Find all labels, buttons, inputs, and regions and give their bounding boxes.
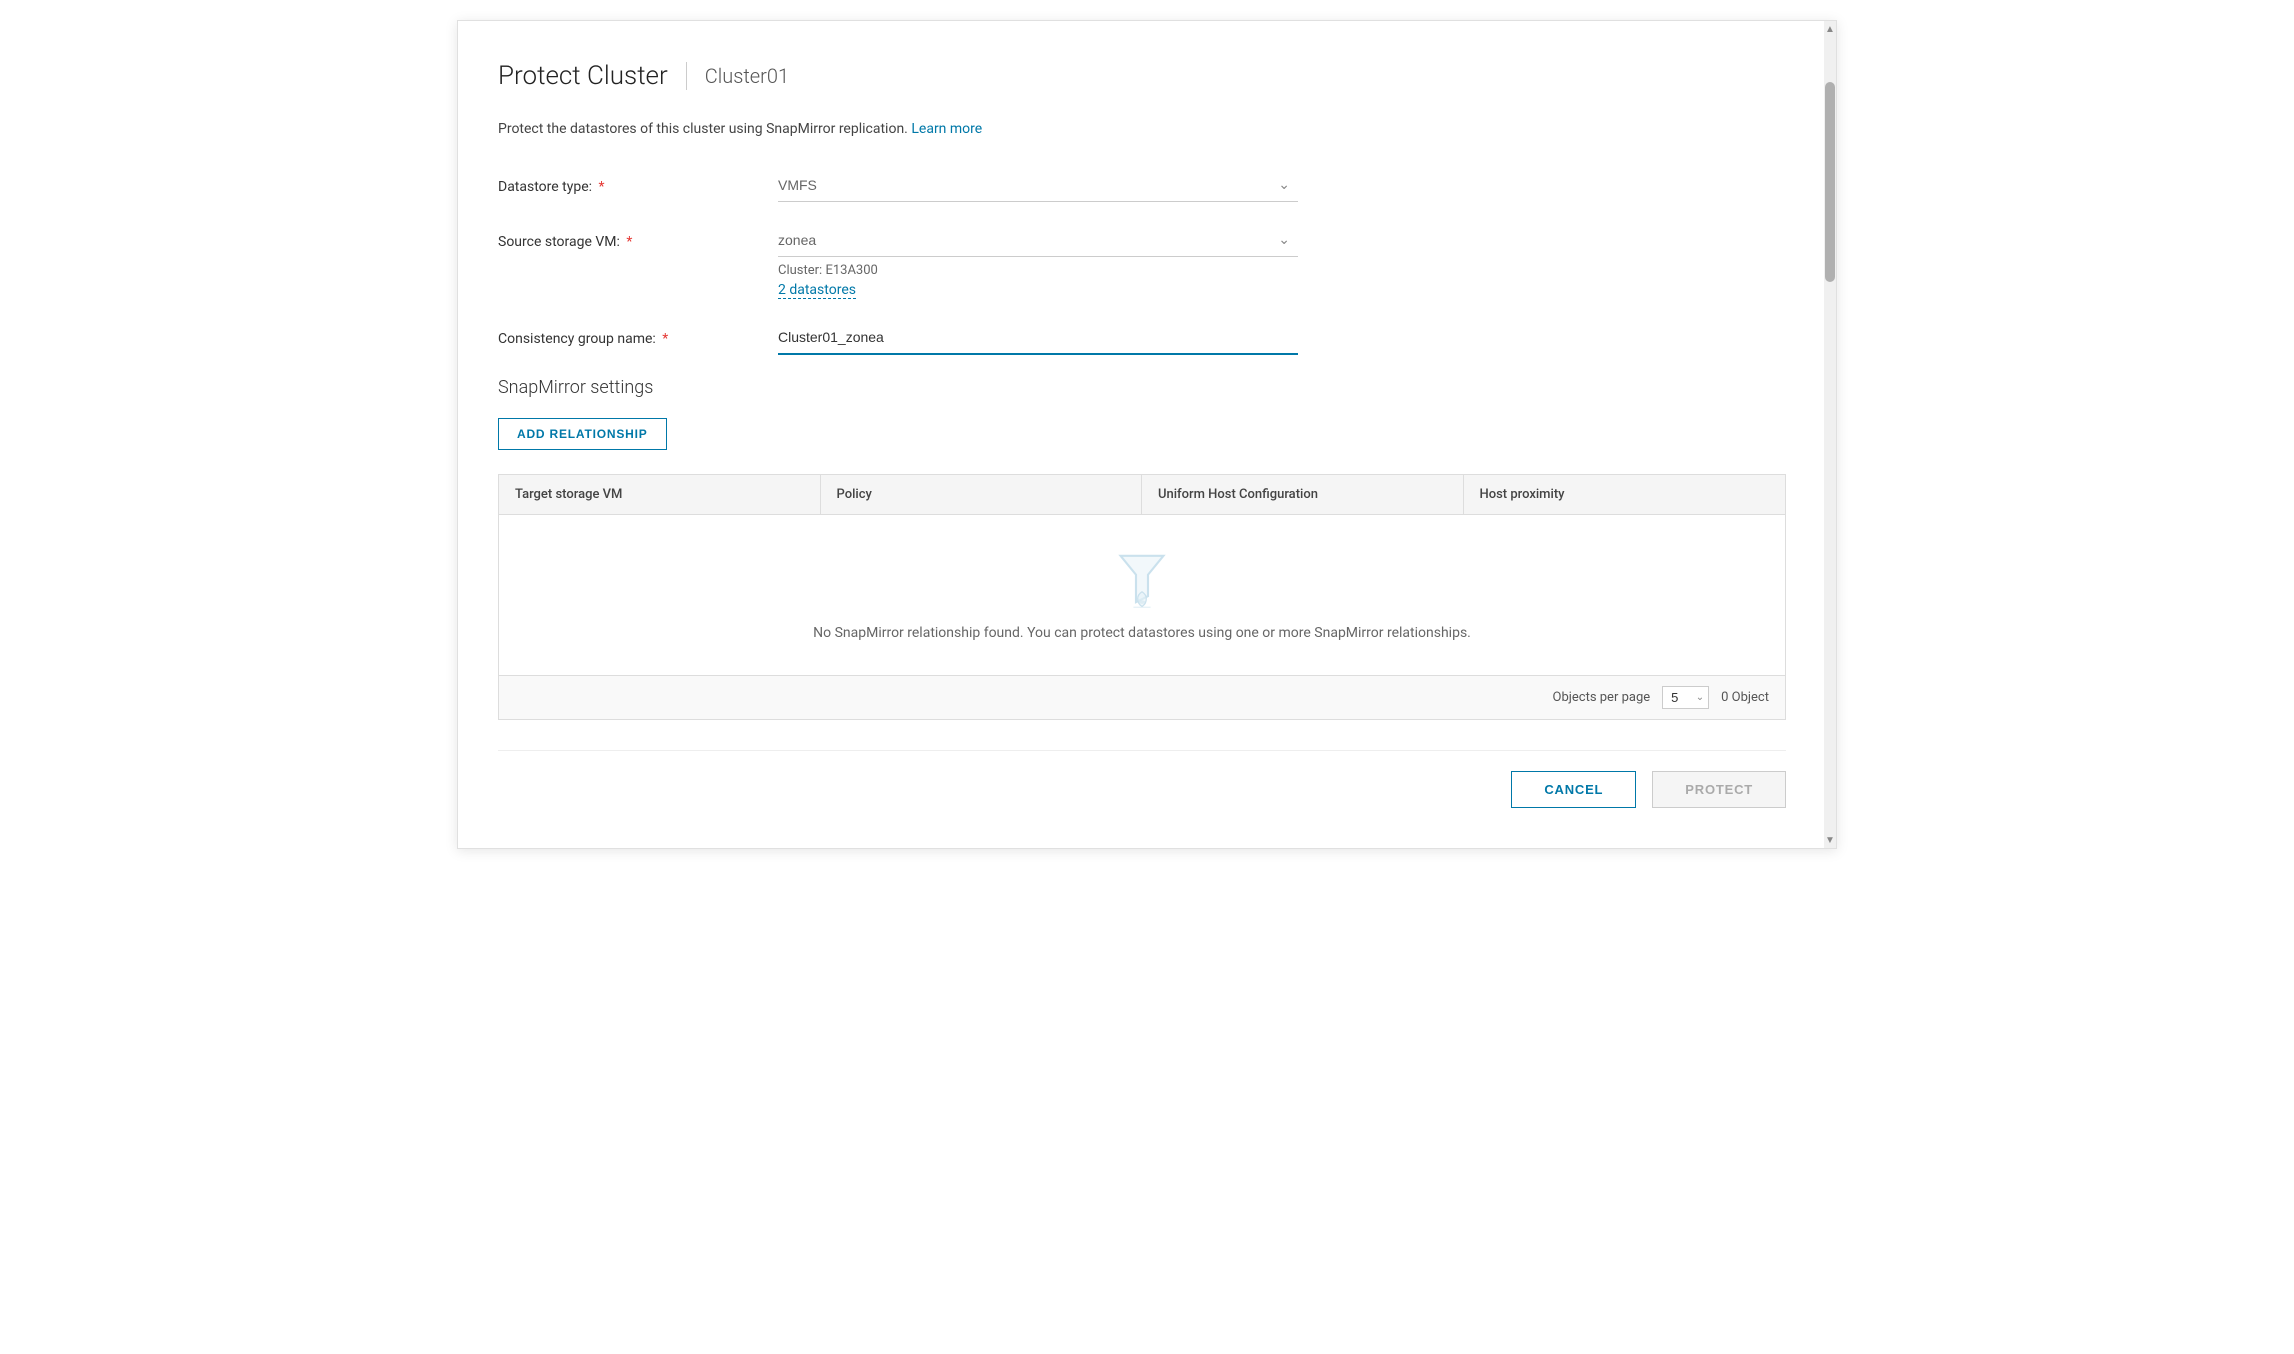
datastore-type-field: VMFS NFS vVols ⌄ [778,169,1298,202]
consistency-group-label: Consistency group name: * [498,321,778,347]
source-vm-label: Source storage VM: * [498,224,778,250]
table-header: Target storage VM Policy Uniform Host Co… [499,475,1785,515]
col-host-proximity: Host proximity [1464,475,1786,514]
table-body-empty: No SnapMirror relationship found. You ca… [499,515,1785,675]
col-policy: Policy [821,475,1143,514]
per-page-wrapper: 5 10 20 50 ⌄ [1662,686,1709,709]
table-footer: Objects per page 5 10 20 50 ⌄ 0 Object [499,675,1785,719]
consistency-group-field [778,321,1298,355]
cancel-button[interactable]: CANCEL [1511,771,1636,808]
consistency-group-row: Consistency group name: * [498,321,1786,355]
col-uniform-host-config: Uniform Host Configuration [1142,475,1464,514]
page-title: Protect Cluster [498,61,668,91]
protect-cluster-dialog: ▲ ▼ Protect Cluster Cluster01 Protect th… [457,20,1837,849]
scrollbar-track[interactable]: ▲ ▼ [1824,21,1836,848]
protect-button[interactable]: PROTECT [1652,771,1786,808]
scrollbar-thumb[interactable] [1825,82,1835,282]
datastore-type-row: Datastore type: * VMFS NFS vVols ⌄ [498,169,1786,202]
consistency-group-input-wrapper [778,321,1298,355]
datastore-type-label: Datastore type: * [498,169,778,195]
source-vm-select-wrapper: zonea ⌄ [778,224,1298,257]
object-count: 0 Object [1721,690,1769,705]
empty-state-funnel-icon [1112,549,1172,609]
snapmirror-section-title: SnapMirror settings [498,377,1786,398]
learn-more-link[interactable]: Learn more [911,121,982,137]
consistency-group-input[interactable] [778,321,1298,353]
dialog-header: Protect Cluster Cluster01 [498,61,1786,91]
col-target-storage-vm: Target storage VM [499,475,821,514]
datastores-link[interactable]: 2 datastores [778,282,856,299]
per-page-select[interactable]: 5 10 20 50 [1662,686,1709,709]
dialog-footer: CANCEL PROTECT [498,750,1786,808]
description-text: Protect the datastores of this cluster u… [498,121,1786,137]
empty-state-message: No SnapMirror relationship found. You ca… [813,625,1471,641]
scroll-down-arrow[interactable]: ▼ [1824,832,1836,848]
required-indicator-3: * [662,331,668,347]
source-vm-select[interactable]: zonea [778,224,1298,256]
cluster-info: Cluster: E13A300 [778,263,1298,278]
datastore-type-select[interactable]: VMFS NFS vVols [778,169,1298,201]
required-indicator-2: * [626,234,632,250]
header-divider [686,62,687,90]
scroll-up-arrow[interactable]: ▲ [1824,21,1836,37]
relationships-table: Target storage VM Policy Uniform Host Co… [498,474,1786,720]
source-vm-row: Source storage VM: * zonea ⌄ Cluster: E1… [498,224,1786,299]
source-vm-field: zonea ⌄ Cluster: E13A300 2 datastores [778,224,1298,299]
datastore-type-select-wrapper: VMFS NFS vVols ⌄ [778,169,1298,202]
required-indicator: * [599,179,605,195]
add-relationship-button[interactable]: ADD RELATIONSHIP [498,418,667,450]
cluster-name: Cluster01 [705,64,789,88]
per-page-label: Objects per page [1553,690,1651,705]
